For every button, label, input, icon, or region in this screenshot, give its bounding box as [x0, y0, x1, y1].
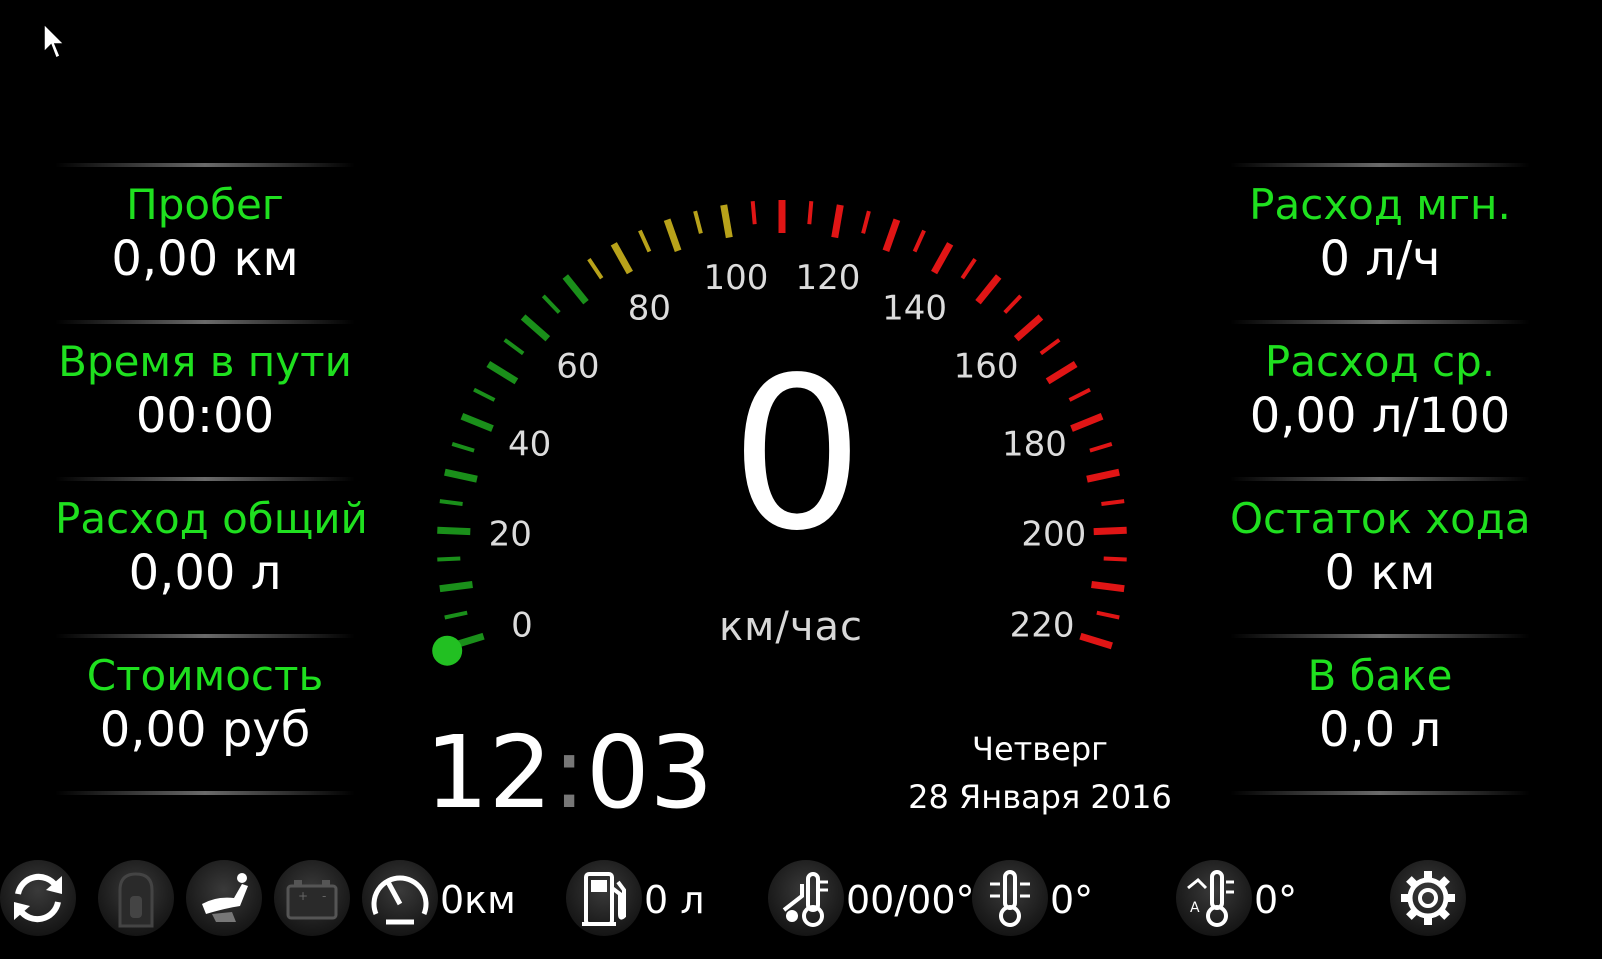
speed-tick-30 — [444, 468, 478, 483]
speed-tick-90 — [663, 218, 682, 252]
gauge-icon — [371, 875, 429, 925]
outside-temp-text: 0° — [1050, 878, 1094, 922]
seat-status-button[interactable] — [186, 860, 262, 936]
speed-tick-160 — [1013, 314, 1044, 342]
speed-tick-175 — [1068, 387, 1091, 402]
speed-tick-165 — [1039, 338, 1061, 356]
engine-temp-icon — [782, 872, 828, 927]
speed-tick-210 — [1091, 581, 1125, 593]
fuel-pump-icon — [582, 872, 626, 926]
date-display: Четверг 28 Января 2016 — [880, 725, 1200, 821]
clock-separator: : — [552, 714, 586, 831]
speed-tick-205 — [1103, 556, 1127, 562]
odometer-text: 0км — [440, 878, 516, 922]
speed-tick-35 — [451, 441, 475, 453]
speed-tick-85 — [638, 229, 652, 253]
bottom-toolbar: + - 0км 0 л 00/00° 0° A 0° — [0, 852, 1602, 952]
speed-tick-220 — [1079, 632, 1113, 650]
speed-tick-180 — [1070, 413, 1104, 432]
speed-tick-70 — [562, 274, 589, 305]
door-status-button[interactable] — [98, 860, 174, 936]
speed-tick-130 — [882, 218, 901, 252]
speed-tick-60 — [520, 314, 551, 342]
speed-tick-115 — [807, 201, 814, 225]
battery-button[interactable]: + - — [274, 860, 350, 936]
speed-scale-label-80: 80 — [628, 289, 671, 329]
speed-tick-75 — [587, 257, 604, 280]
speed-tick-80 — [610, 242, 633, 275]
engine-temp-button[interactable] — [768, 860, 844, 936]
cabin-temp-text: 0° — [1254, 878, 1298, 922]
speed-tick-40 — [460, 413, 494, 432]
speed-tick-140 — [931, 242, 954, 275]
speed-scale-label-200: 200 — [1021, 514, 1086, 554]
speed-scale-label-180: 180 — [1002, 425, 1067, 465]
date-weekday: Четверг — [972, 730, 1108, 768]
speed-tick-190 — [1086, 468, 1120, 483]
speed-tick-25 — [439, 499, 463, 506]
speed-tick-150 — [975, 274, 1002, 305]
speed-scale-label-140: 140 — [882, 289, 947, 329]
outside-temp-icon — [990, 870, 1030, 927]
speed-tick-5 — [444, 610, 468, 620]
speed-tick-155 — [1003, 294, 1023, 314]
speed-scale-label-100: 100 — [704, 258, 769, 298]
speed-tick-125 — [861, 210, 871, 234]
speed-tick-170 — [1045, 361, 1078, 385]
seat-icon — [202, 873, 248, 922]
svg-text:+: + — [298, 889, 308, 903]
speed-scale-label-220: 220 — [1010, 606, 1075, 646]
date-full: 28 Января 2016 — [908, 778, 1172, 816]
speed-tick-120 — [831, 204, 844, 239]
speed-tick-215 — [1096, 610, 1120, 620]
speed-tick-15 — [437, 556, 461, 562]
dashboard-screen: Пробег 0,00 км Время в пути 00:00 Расход… — [0, 0, 1602, 959]
speed-tick-50 — [486, 361, 519, 385]
speed-tick-105 — [750, 201, 757, 225]
svg-text:A: A — [1190, 900, 1200, 916]
speed-scale-label-60: 60 — [556, 346, 599, 386]
outside-temp-button[interactable] — [972, 860, 1048, 936]
clock-minutes: 03 — [585, 714, 714, 831]
speed-tick-100 — [720, 204, 733, 239]
engine-temp-text: 00/00° — [846, 878, 975, 922]
refresh-icon — [14, 873, 62, 923]
clock-hours: 12 — [425, 714, 553, 831]
speed-tick-55 — [503, 338, 525, 356]
speed-tick-65 — [541, 294, 561, 314]
speed-tick-195 — [1101, 499, 1125, 506]
odometer-button[interactable] — [362, 860, 438, 936]
speed-tick-135 — [912, 229, 926, 253]
battery-icon: + - — [286, 880, 338, 920]
settings-button[interactable] — [1390, 860, 1466, 936]
speed-tick-10 — [439, 581, 473, 593]
gear-icon — [1401, 871, 1455, 925]
speed-scale-label-40: 40 — [508, 425, 551, 465]
climate-temp-icon: A — [1187, 870, 1234, 927]
speed-unit: км/час — [719, 604, 863, 650]
speed-tick-95 — [693, 210, 703, 234]
climate-temp-button[interactable]: A — [1176, 860, 1252, 936]
clock[interactable]: 12:03 — [425, 718, 713, 828]
car-door-icon — [118, 872, 154, 928]
speed-scale-label-160: 160 — [954, 346, 1019, 386]
svg-text:-: - — [322, 889, 326, 903]
fuel-text: 0 л — [644, 878, 705, 922]
speed-tick-20 — [437, 526, 471, 536]
speed-tick-145 — [960, 257, 977, 280]
speed-indicator-dot — [432, 635, 463, 666]
speed-scale-label-0: 0 — [511, 606, 533, 646]
speed-value: 0 — [730, 332, 864, 577]
speed-tick-45 — [473, 387, 496, 402]
refresh-button[interactable] — [0, 860, 76, 936]
speed-scale-label-120: 120 — [796, 258, 861, 298]
speed-scale-label-20: 20 — [489, 514, 532, 554]
speed-tick-185 — [1089, 441, 1113, 453]
fuel-button[interactable] — [566, 860, 642, 936]
speed-tick-200 — [1093, 526, 1127, 536]
